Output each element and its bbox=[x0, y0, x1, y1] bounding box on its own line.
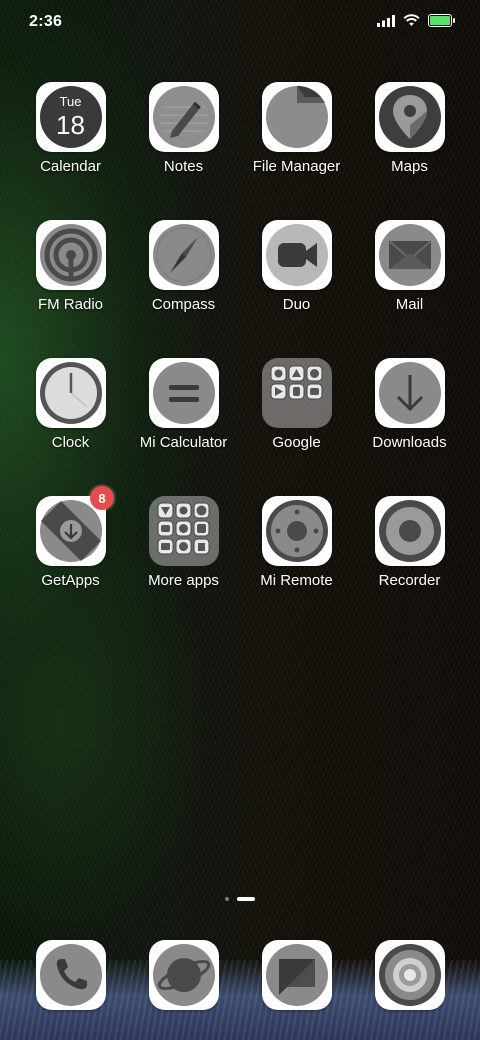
camera-lens-icon bbox=[374, 940, 445, 1010]
map-pin-icon bbox=[374, 82, 445, 152]
radio-icon bbox=[35, 220, 106, 290]
notification-badge: 8 bbox=[90, 486, 114, 510]
record-icon bbox=[374, 496, 445, 566]
calculator-icon bbox=[148, 358, 219, 428]
folder-icon bbox=[261, 82, 332, 152]
app-duo[interactable]: Duo bbox=[240, 220, 353, 313]
message-icon bbox=[261, 940, 332, 1010]
app-label: Calendar bbox=[40, 158, 101, 175]
dock-messages[interactable] bbox=[240, 940, 353, 1010]
status-icons bbox=[377, 14, 455, 27]
notes-icon bbox=[148, 82, 219, 152]
dock-phone[interactable] bbox=[14, 940, 127, 1010]
phone-icon bbox=[35, 940, 106, 1010]
app-folder-icon bbox=[148, 496, 219, 566]
wifi-icon bbox=[403, 14, 420, 26]
download-arrow-icon bbox=[374, 358, 445, 428]
dock-camera[interactable] bbox=[353, 940, 466, 1010]
app-label: Clock bbox=[51, 434, 90, 451]
app-recorder[interactable]: Recorder bbox=[353, 496, 466, 589]
app-notes[interactable]: Notes bbox=[127, 82, 240, 175]
status-bar: 2:36 bbox=[0, 0, 480, 44]
app-file-manager[interactable]: File Manager bbox=[240, 82, 353, 175]
browser-planet-icon bbox=[148, 940, 219, 1010]
app-label: Mi Calculator bbox=[139, 434, 228, 451]
folder-google[interactable]: Google bbox=[240, 358, 353, 451]
app-calendar[interactable]: Tue 18 Calendar bbox=[14, 82, 127, 175]
dock-browser[interactable] bbox=[127, 940, 240, 1010]
app-label: Duo bbox=[282, 296, 311, 313]
dock bbox=[14, 940, 466, 1010]
clock-icon bbox=[35, 358, 106, 428]
app-label: Downloads bbox=[372, 434, 447, 451]
page-indicator[interactable] bbox=[0, 897, 480, 901]
compass-icon bbox=[148, 220, 219, 290]
app-label: Compass bbox=[151, 296, 216, 313]
app-fm-radio[interactable]: FM Radio bbox=[14, 220, 127, 313]
calendar-icon: Tue 18 bbox=[35, 82, 106, 152]
app-label: More apps bbox=[148, 572, 219, 589]
app-label: Mail bbox=[395, 296, 424, 313]
folder-more-apps[interactable]: More apps bbox=[127, 496, 240, 589]
app-downloads[interactable]: Downloads bbox=[353, 358, 466, 451]
app-grid: Tue 18 Calendar Notes File Manager Maps … bbox=[14, 82, 466, 589]
app-label: Notes bbox=[163, 158, 204, 175]
battery-icon bbox=[428, 14, 455, 27]
app-folder-icon bbox=[261, 358, 332, 428]
remote-icon bbox=[261, 496, 332, 566]
battery-level bbox=[430, 16, 450, 25]
app-label: Recorder bbox=[378, 572, 441, 589]
app-label: Mi Remote bbox=[260, 572, 333, 589]
calendar-date: 18 bbox=[56, 110, 85, 140]
app-compass[interactable]: Compass bbox=[127, 220, 240, 313]
app-label: File Manager bbox=[252, 158, 341, 175]
app-mi-calculator[interactable]: Mi Calculator bbox=[127, 358, 240, 451]
calendar-day: Tue bbox=[59, 94, 82, 109]
app-clock[interactable]: Clock bbox=[14, 358, 127, 451]
page-dot-current[interactable] bbox=[237, 897, 255, 901]
app-getapps[interactable]: GetApps 8 bbox=[14, 486, 127, 589]
app-label: FM Radio bbox=[37, 296, 104, 313]
app-mi-remote[interactable]: Mi Remote bbox=[240, 496, 353, 589]
clock-time: 2:36 bbox=[29, 13, 63, 30]
envelope-icon bbox=[374, 220, 445, 290]
video-camera-icon bbox=[261, 220, 332, 290]
app-maps[interactable]: Maps bbox=[353, 82, 466, 175]
app-mail[interactable]: Mail bbox=[353, 220, 466, 313]
app-label: Google bbox=[272, 434, 321, 451]
signal-icon bbox=[377, 14, 395, 27]
page-dot[interactable] bbox=[225, 897, 229, 901]
app-label: GetApps bbox=[41, 572, 100, 589]
app-label: Maps bbox=[391, 158, 428, 175]
